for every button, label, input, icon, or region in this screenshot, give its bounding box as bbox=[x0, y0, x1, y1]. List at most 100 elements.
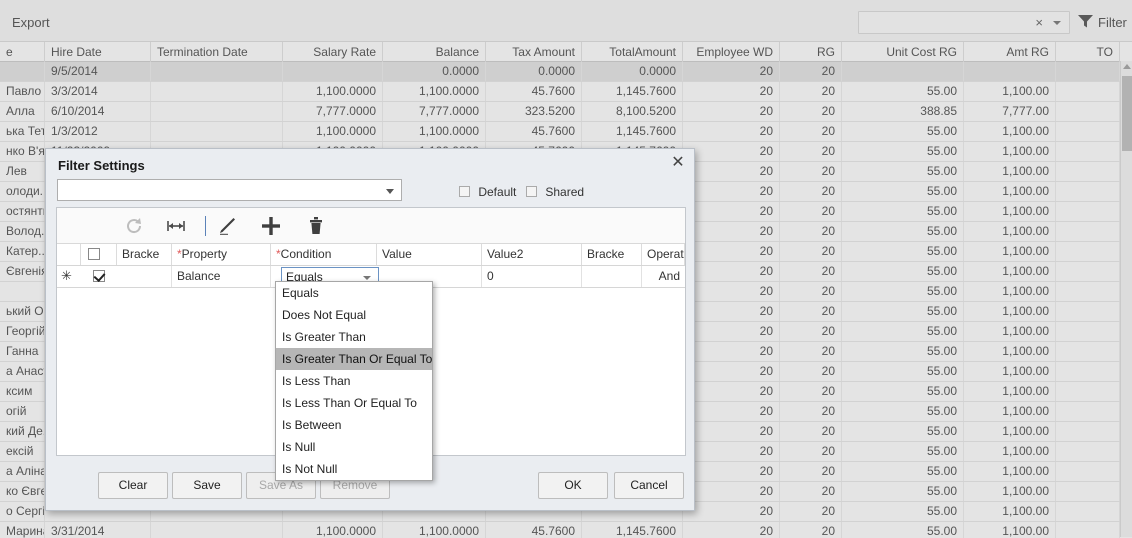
grid-column-header[interactable]: Amt RG bbox=[964, 42, 1056, 62]
filter-column-header[interactable]: Bracke bbox=[117, 244, 172, 265]
table-row[interactable]: 9/5/2014 0.0000 0.0000 0.0000 20 20 bbox=[0, 62, 1120, 82]
filter-column-header[interactable]: *Condition bbox=[271, 244, 377, 265]
table-cell: 20 bbox=[780, 422, 842, 441]
table-cell: 20 bbox=[683, 342, 780, 361]
grid-vertical-scrollbar[interactable] bbox=[1120, 61, 1132, 537]
dropdown-option[interactable]: Is Greater Than Or Equal To bbox=[276, 348, 432, 370]
dropdown-option[interactable]: Is Less Than bbox=[276, 370, 432, 392]
table-cell bbox=[283, 62, 383, 81]
table-cell bbox=[1056, 202, 1120, 221]
chevron-down-icon[interactable] bbox=[1053, 21, 1061, 25]
cell-bracket-close[interactable] bbox=[582, 266, 642, 287]
grid-column-header[interactable]: RG bbox=[780, 42, 842, 62]
cell-property[interactable]: Balance bbox=[172, 266, 271, 287]
table-cell: 55.00 bbox=[842, 382, 964, 401]
shared-checkbox[interactable]: Shared bbox=[526, 185, 584, 199]
search-input[interactable]: × bbox=[858, 11, 1070, 34]
dropdown-option[interactable]: Is Null bbox=[276, 436, 432, 458]
table-cell: 1,100.00 bbox=[964, 202, 1056, 221]
table-row[interactable]: ька Тет...1/3/20121,100.00001,100.000045… bbox=[0, 122, 1120, 142]
table-cell: 55.00 bbox=[842, 482, 964, 501]
scrollbar-thumb[interactable] bbox=[1122, 76, 1132, 151]
filter-button-label[interactable]: Filter bbox=[1098, 15, 1127, 30]
dropdown-option[interactable]: Is Between bbox=[276, 414, 432, 436]
table-cell: 45.7600 bbox=[486, 82, 582, 101]
table-cell: 20 bbox=[780, 442, 842, 461]
grid-column-header[interactable]: Unit Cost RG bbox=[842, 42, 964, 62]
dropdown-option[interactable]: Is Not Null bbox=[276, 458, 432, 480]
grid-column-header[interactable]: Termination Date bbox=[151, 42, 283, 62]
grid-column-header[interactable]: Hire Date bbox=[45, 42, 151, 62]
dropdown-option[interactable]: Is Less Than Or Equal To bbox=[276, 392, 432, 414]
table-cell: 20 bbox=[780, 262, 842, 281]
table-cell: 0.0000 bbox=[582, 62, 683, 81]
cancel-button[interactable]: Cancel bbox=[614, 472, 684, 499]
table-cell: 20 bbox=[780, 302, 842, 321]
filter-column-header[interactable]: Operato bbox=[642, 244, 685, 265]
grid-column-header[interactable]: Balance bbox=[383, 42, 486, 62]
table-cell bbox=[1056, 242, 1120, 261]
table-cell bbox=[1056, 362, 1120, 381]
table-cell: 1,100.0000 bbox=[283, 122, 383, 141]
dropdown-option[interactable]: Is Greater Than bbox=[276, 326, 432, 348]
default-checkbox[interactable]: Default bbox=[459, 185, 516, 199]
table-cell bbox=[1056, 142, 1120, 161]
scroll-up-icon[interactable] bbox=[1123, 64, 1131, 69]
table-cell bbox=[151, 102, 283, 121]
table-cell: Георгій bbox=[0, 322, 45, 341]
table-cell: 1,100.00 bbox=[964, 142, 1056, 161]
filter-icon[interactable] bbox=[1078, 14, 1093, 28]
filter-column-header[interactable] bbox=[57, 244, 81, 265]
delete-icon[interactable] bbox=[302, 212, 330, 240]
table-cell: 1,100.00 bbox=[964, 182, 1056, 201]
grid-column-header[interactable]: Tax Amount bbox=[486, 42, 582, 62]
dropdown-option[interactable]: Equals bbox=[276, 282, 432, 304]
table-cell: а Анаст. bbox=[0, 362, 45, 381]
add-icon[interactable] bbox=[257, 212, 285, 240]
export-button[interactable]: Export bbox=[6, 13, 56, 32]
table-cell: 1,100.00 bbox=[964, 302, 1056, 321]
grid-column-header[interactable]: Employee WD bbox=[683, 42, 780, 62]
select-all-checkbox[interactable] bbox=[88, 248, 100, 260]
table-cell: Марина bbox=[0, 522, 45, 538]
table-cell: 55.00 bbox=[842, 282, 964, 301]
grid-column-header[interactable]: TotalAmount bbox=[582, 42, 683, 62]
filter-column-header[interactable]: Bracke bbox=[582, 244, 642, 265]
ok-button[interactable]: OK bbox=[538, 472, 608, 499]
grid-column-header[interactable]: Salary Rate bbox=[283, 42, 383, 62]
clear-button[interactable]: Clear bbox=[98, 472, 168, 499]
table-row[interactable]: Алла 6/10/2014 7,777.0000 7,777.0000 323.520… bbox=[0, 102, 1120, 122]
table-cell: 20 bbox=[683, 442, 780, 461]
grid-column-header[interactable]: e bbox=[0, 42, 45, 62]
fit-width-icon[interactable] bbox=[162, 212, 190, 240]
table-row[interactable]: Павло 3/3/2014 1,100.0000 1,100.0000 45.7600… bbox=[0, 82, 1120, 102]
table-cell: 20 bbox=[780, 82, 842, 101]
cell-operator[interactable]: And bbox=[642, 266, 685, 287]
filter-column-header[interactable]: Value bbox=[377, 244, 482, 265]
edit-icon[interactable] bbox=[214, 212, 242, 240]
filter-preset-select[interactable] bbox=[57, 179, 402, 201]
table-row[interactable]: Марина3/31/20141,100.00001,100.000045.76… bbox=[0, 522, 1120, 538]
row-enabled-checkbox[interactable] bbox=[93, 270, 105, 282]
table-cell: 20 bbox=[780, 242, 842, 261]
clear-search-icon[interactable]: × bbox=[1035, 15, 1043, 30]
table-cell bbox=[1056, 382, 1120, 401]
table-cell bbox=[1056, 162, 1120, 181]
table-cell: 55.00 bbox=[842, 242, 964, 261]
condition-dropdown-list[interactable]: Equals Does Not Equal Is Greater Than Is Gr… bbox=[275, 281, 433, 481]
filter-column-header[interactable] bbox=[81, 244, 117, 265]
table-cell: 20 bbox=[683, 82, 780, 101]
cell-value2[interactable]: 0 bbox=[482, 266, 582, 287]
table-cell: 0.0000 bbox=[383, 62, 486, 81]
cell-bracket-open[interactable] bbox=[117, 266, 172, 287]
table-cell: 1,100.00 bbox=[964, 402, 1056, 421]
close-icon[interactable]: ✕ bbox=[668, 153, 688, 173]
filter-column-header[interactable]: Value2 bbox=[482, 244, 582, 265]
grid-column-header[interactable]: TO bbox=[1056, 42, 1120, 62]
refresh-icon[interactable] bbox=[120, 212, 148, 240]
table-cell: 20 bbox=[780, 102, 842, 121]
dropdown-option[interactable]: Does Not Equal bbox=[276, 304, 432, 326]
table-cell bbox=[1056, 522, 1120, 538]
filter-column-header[interactable]: *Property bbox=[172, 244, 271, 265]
save-button[interactable]: Save bbox=[172, 472, 242, 499]
